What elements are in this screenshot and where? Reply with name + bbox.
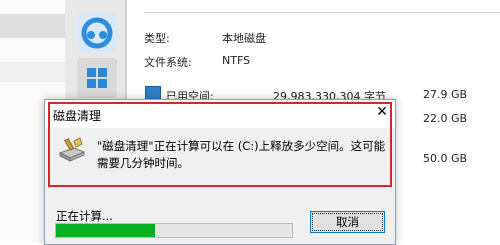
used-space-gb: 27.9 GB [423,88,468,101]
nav-selected-item[interactable] [0,14,65,38]
capacity-gb: 50.0 GB [423,152,468,165]
focus-ring [312,213,383,231]
separator-line [144,12,500,13]
cloud-icon[interactable] [77,12,117,52]
free-space-gb: 22.0 GB [423,112,468,125]
filesystem-label: 文件系统: [144,56,192,69]
windows-icon[interactable] [77,58,117,98]
type-label: 类型: [144,32,170,45]
progress-bar [55,223,293,238]
status-text: 正在计算... [56,209,113,223]
progress-fill [56,224,156,237]
filesystem-value: NTFS [222,54,251,67]
cancel-button[interactable]: 取消 [310,211,385,233]
annotation-highlight [48,102,392,187]
nav-item[interactable] [0,62,65,82]
type-value: 本地磁盘 [222,32,266,45]
disk-cleanup-dialog: 磁盘清理 ✕ "磁盘清理"正在计算可以在 (C:)上释放多少空间。这可能需要几分… [44,99,396,245]
